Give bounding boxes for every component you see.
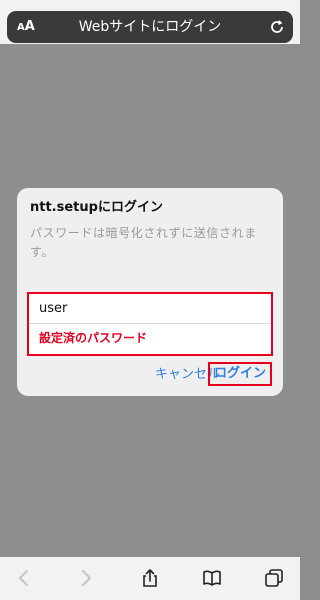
reload-icon[interactable] — [269, 19, 285, 35]
tabs-icon[interactable] — [264, 568, 284, 588]
back-icon[interactable] — [14, 568, 34, 588]
credentials-highlight: user 設定済のパスワード — [27, 292, 273, 356]
password-field[interactable]: 設定済のパスワード — [29, 325, 271, 354]
username-value: user — [39, 301, 68, 316]
text-size-large-a: A — [24, 19, 35, 34]
bookmarks-icon[interactable] — [202, 568, 222, 588]
text-size-small-a: A — [17, 22, 25, 33]
dialog-title: ntt.setupにログイン — [30, 200, 163, 215]
share-icon[interactable] — [140, 568, 160, 588]
password-annotation: 設定済のパスワード — [39, 331, 148, 345]
username-field[interactable]: user — [29, 294, 271, 324]
login-button[interactable]: ログイン — [208, 362, 272, 386]
text-size-button[interactable]: AA — [17, 19, 35, 36]
forward-icon[interactable] — [76, 568, 96, 588]
page-title: Webサイトにログイン — [78, 19, 222, 35]
dialog-message: パスワードは暗号化されずに送信されます。 — [30, 226, 257, 259]
